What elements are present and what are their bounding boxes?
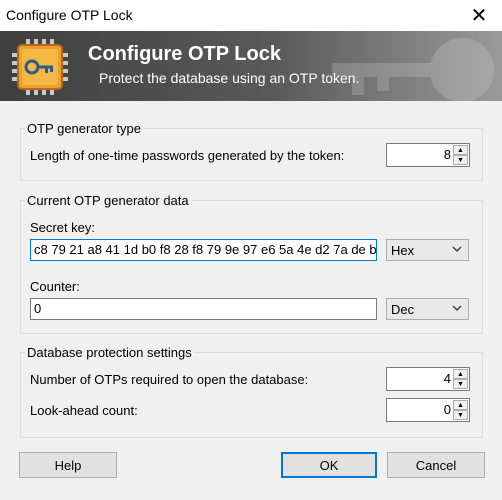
otps-required-value: 4 bbox=[443, 371, 451, 386]
otp-length-spinner[interactable]: 8 ▲ ▼ bbox=[386, 143, 470, 167]
lookahead-spinner[interactable]: 0 ▲ ▼ bbox=[386, 398, 470, 422]
title-bar: Configure OTP Lock ✕ bbox=[0, 0, 502, 31]
spin-down-icon[interactable]: ▼ bbox=[453, 155, 468, 165]
banner-title: Configure OTP Lock bbox=[88, 43, 281, 65]
background-key-icon bbox=[332, 38, 494, 101]
dialog-body: OTP generator type Length of one-time pa… bbox=[0, 101, 502, 500]
secret-format-value: Hex bbox=[391, 243, 415, 258]
ok-button[interactable]: OK bbox=[281, 452, 377, 478]
banner-subtitle: Protect the database using an OTP token. bbox=[99, 70, 360, 86]
spin-up-icon[interactable]: ▲ bbox=[453, 400, 468, 410]
spin-down-icon[interactable]: ▼ bbox=[453, 379, 468, 389]
protection-settings-legend: Database protection settings bbox=[25, 345, 194, 360]
otps-required-label: Number of OTPs required to open the data… bbox=[30, 372, 309, 387]
generator-data-legend: Current OTP generator data bbox=[25, 193, 191, 208]
cancel-button[interactable]: Cancel bbox=[387, 452, 485, 478]
counter-format-value: Dec bbox=[391, 302, 415, 317]
spin-up-icon[interactable]: ▲ bbox=[453, 369, 468, 379]
otps-required-spinner[interactable]: 4 ▲ ▼ bbox=[386, 367, 470, 391]
otp-length-value: 8 bbox=[443, 147, 451, 162]
secret-format-select[interactable]: Hex bbox=[386, 239, 469, 261]
banner: Configure OTP Lock Protect the database … bbox=[0, 31, 502, 101]
help-button[interactable]: Help bbox=[19, 452, 117, 478]
key-chip-icon bbox=[12, 39, 68, 95]
lookahead-label: Look-ahead count: bbox=[30, 403, 138, 418]
window-title: Configure OTP Lock bbox=[6, 7, 133, 23]
counter-label: Counter: bbox=[30, 279, 80, 294]
spin-up-icon[interactable]: ▲ bbox=[453, 145, 468, 155]
chevron-down-icon bbox=[452, 246, 462, 252]
protection-settings-group bbox=[20, 352, 483, 438]
chevron-down-icon bbox=[452, 305, 462, 311]
secret-key-label: Secret key: bbox=[30, 220, 96, 235]
spin-down-icon[interactable]: ▼ bbox=[453, 410, 468, 420]
counter-format-select[interactable]: Dec bbox=[386, 298, 469, 320]
lookahead-value: 0 bbox=[443, 402, 451, 417]
otp-generator-type-legend: OTP generator type bbox=[25, 121, 143, 136]
secret-key-field[interactable]: c8 79 21 a8 41 1d b0 f8 28 f8 79 9e 97 e… bbox=[30, 239, 377, 261]
otp-length-label: Length of one-time passwords generated b… bbox=[30, 148, 345, 163]
counter-field[interactable]: 0 bbox=[30, 298, 377, 320]
close-icon[interactable]: ✕ bbox=[456, 0, 502, 31]
